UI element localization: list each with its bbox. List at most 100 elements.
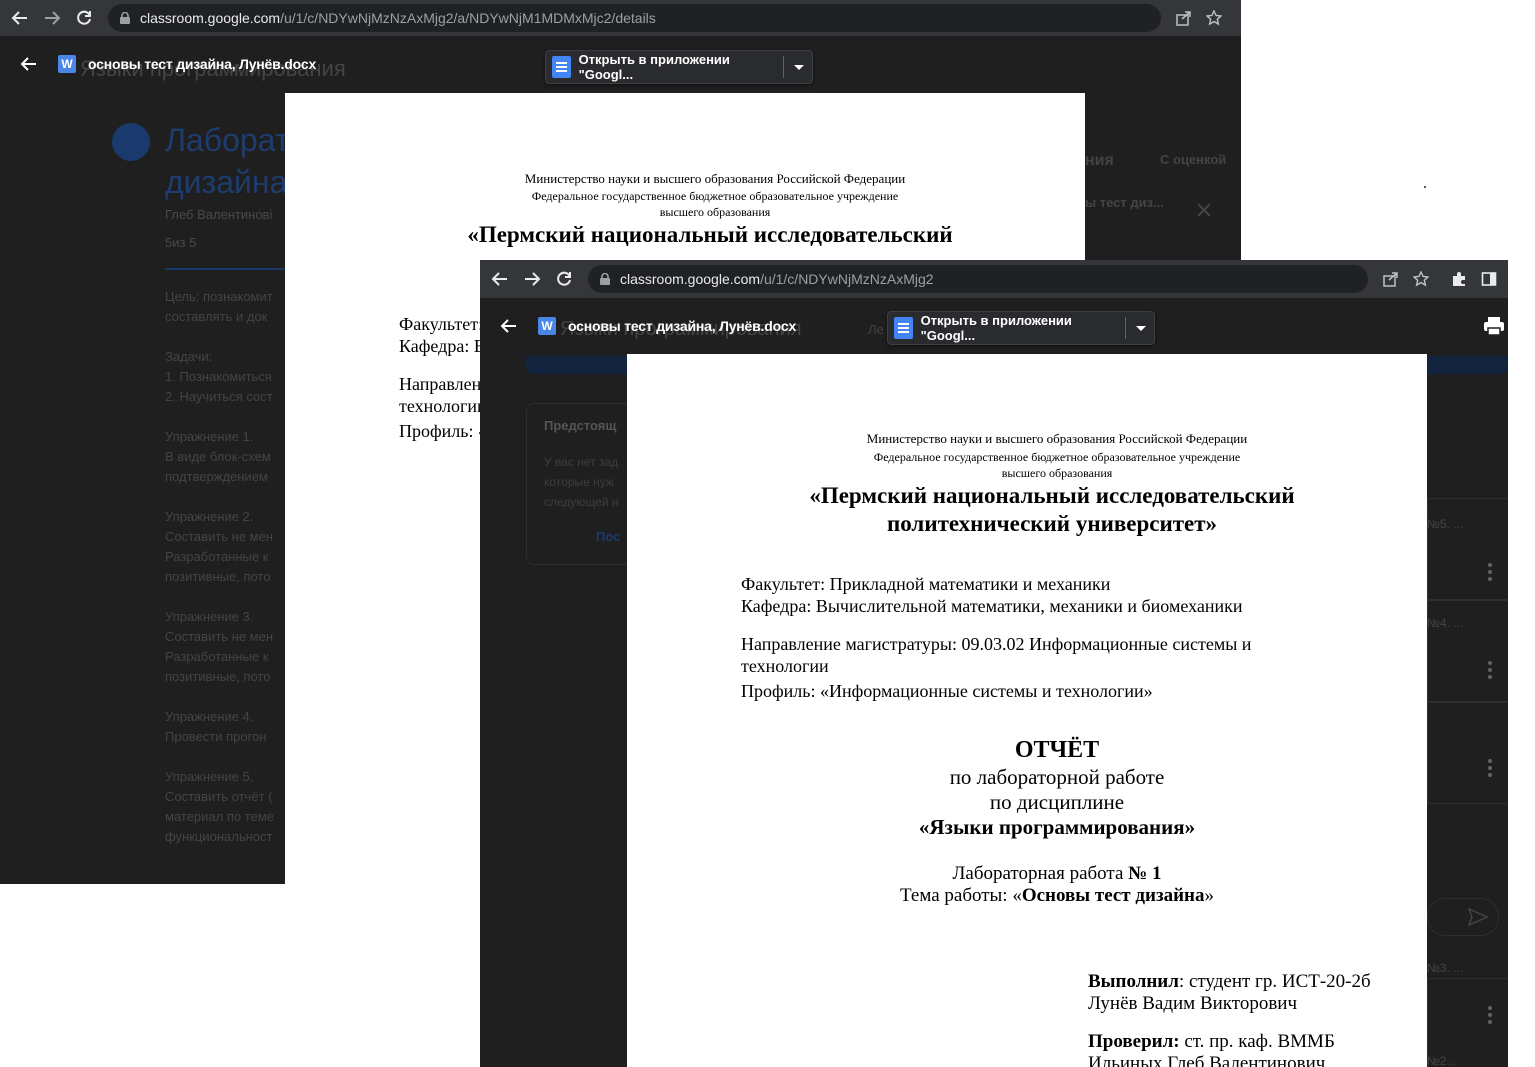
doc-topic-prefix: Тема работы: « xyxy=(900,885,1022,906)
doc-for-discipline: по дисциплине xyxy=(989,790,1125,814)
side-panel-icon[interactable] xyxy=(1474,264,1504,294)
chevron-down-icon[interactable] xyxy=(1135,325,1146,331)
doc-checked-line: Проверил: ст. пр. каф. ВММБ xyxy=(1088,1031,1335,1053)
more-vert-icon xyxy=(1488,560,1492,584)
back-nav-icon[interactable] xyxy=(484,263,516,295)
google-docs-icon xyxy=(552,56,571,78)
bookmark-star-icon[interactable] xyxy=(1406,264,1436,294)
doc-federal: Федеральное государственное бюджетное об… xyxy=(531,189,899,203)
doc-checked-name: Ильиных Глеб Валентинович xyxy=(1088,1053,1326,1067)
doc-ministry: Министерство науки и высшего образования… xyxy=(866,431,1248,446)
print-icon[interactable] xyxy=(1483,316,1505,341)
open-in-app-button[interactable]: Открыть в приложении "Googl... xyxy=(887,311,1155,345)
bg-comment-field xyxy=(1427,898,1499,936)
bookmark-star-icon[interactable] xyxy=(1199,3,1229,33)
open-in-app-label: Открыть в приложении "Googl... xyxy=(578,52,730,82)
doc-direction: Направление магистратуры: 09.03.02 Инфор… xyxy=(741,634,1252,654)
bg-line: Упражнение 1. xyxy=(165,429,254,444)
extensions-puzzle-icon[interactable] xyxy=(1444,264,1474,294)
bg-score: 5из 5 xyxy=(165,235,197,250)
bg-tab-graded: С оценкой xyxy=(1160,152,1227,167)
doc-topic-line: Тема работы: «Основы тест дизайна» xyxy=(687,885,1427,907)
bg-author: Глеб Валентинові xyxy=(165,207,273,222)
bg-line: Разработанные к xyxy=(165,649,269,664)
bg-stream-item: №5. ... xyxy=(1427,517,1464,531)
bg-stream-item: №4. ... xyxy=(1427,616,1464,630)
bg-line: Упражнение 4. xyxy=(165,709,254,724)
google-docs-icon xyxy=(894,317,913,339)
address-bar: classroom.google.com/u/1/c/NDYwNjMzNzAxM… xyxy=(0,0,1241,36)
doc-done-line: Выполнил: студент гр. ИСТ-20-2б xyxy=(1088,971,1371,993)
bg-line: Составить не мен xyxy=(165,629,274,644)
bg-line: Разработанные к xyxy=(165,549,269,564)
chevron-down-icon[interactable] xyxy=(793,64,804,70)
url-domain: classroom.google.com xyxy=(140,10,281,26)
bg-line: Упражнение 2. xyxy=(165,509,254,524)
doc-higher: высшего образования xyxy=(1001,466,1113,480)
url-domain: classroom.google.com xyxy=(620,271,761,287)
doc-university-2: политехнический университет» xyxy=(886,511,1218,536)
url-path: /u/1/c/NDYwNjMzNzAxMjg2 xyxy=(760,271,934,287)
doc-profile: Профиль: «Информационные системы и техно… xyxy=(741,681,1153,701)
url-field[interactable]: classroom.google.com/u/1/c/NDYwNjMzNzAxM… xyxy=(108,4,1161,32)
doc-topic-suffix: » xyxy=(1204,885,1214,906)
more-vert-icon xyxy=(1488,658,1492,682)
share-icon[interactable] xyxy=(1169,3,1199,33)
doc-lab-number: № 1 xyxy=(1128,863,1162,884)
viewer-back-icon[interactable] xyxy=(480,298,538,354)
doc-discipline: «Языки программирования» xyxy=(918,815,1196,839)
bg-line: Составить отчёт ( xyxy=(165,789,273,804)
bg-stream-item: №3. ... xyxy=(1427,961,1464,975)
doc-chair: Кафедра: Вычислительной математики, меха… xyxy=(741,596,1243,616)
bg-line: 1. Познакомиться xyxy=(165,369,272,384)
bg-line: Упражнение 3. xyxy=(165,609,254,624)
viewer-back-icon[interactable] xyxy=(0,36,58,92)
doc-university: «Пермский национальный исследовательский xyxy=(809,483,1295,508)
bg-line: Цель: познакомит xyxy=(165,289,273,304)
bg-upcoming-title: Предстоящ xyxy=(544,418,617,433)
doc-topic: Основы тест дизайна xyxy=(1021,885,1205,906)
bg-line: 2. Научиться сост xyxy=(165,389,273,404)
reload-icon[interactable] xyxy=(68,2,100,34)
bg-line: составлять и док xyxy=(165,309,268,324)
word-file-icon: W xyxy=(538,317,556,335)
share-icon[interactable] xyxy=(1376,264,1406,294)
bg-upcoming-text: которые нуж xyxy=(544,475,614,489)
bg-line: позитивные, пото xyxy=(165,669,271,684)
doc-done-label: Выполнил xyxy=(1088,971,1179,992)
stray-dot xyxy=(1424,186,1426,188)
bg-line: позитивные, пото xyxy=(165,569,271,584)
bg-stream-card xyxy=(1427,702,1508,804)
url-field[interactable]: classroom.google.com/u/1/c/NDYwNjMzNzAxM… xyxy=(588,265,1368,293)
bg-line: подтверждением xyxy=(165,469,268,484)
forward-nav-icon[interactable] xyxy=(516,263,548,295)
bg-upcoming-text: следующей н xyxy=(544,495,619,509)
back-nav-icon[interactable] xyxy=(4,2,36,34)
lock-icon xyxy=(600,273,610,285)
front-browser-window: classroom.google.com/u/1/c/NDYwNjMzNzAxM… xyxy=(480,260,1508,1067)
doc-checked-label: Проверил: xyxy=(1088,1031,1180,1052)
open-in-app-label: Открыть в приложении "Googl... xyxy=(920,313,1072,343)
button-separator xyxy=(783,56,784,78)
forward-nav-icon[interactable] xyxy=(36,2,68,34)
open-in-app-button[interactable]: Открыть в приложении "Googl... xyxy=(545,50,813,84)
send-icon xyxy=(1467,907,1489,931)
bg-heading: Лаборат xyxy=(165,122,290,158)
bg-upcoming-text: У вас нет зад xyxy=(544,455,619,469)
doc-direction-2: технологии xyxy=(399,396,487,416)
assignment-icon xyxy=(112,123,150,161)
doc-title: основы тест дизайна, Лунёв.docx xyxy=(568,318,797,334)
lock-icon xyxy=(120,12,130,24)
address-bar: classroom.google.com/u/1/c/NDYwNjMzNzAxM… xyxy=(480,260,1508,298)
reload-icon[interactable] xyxy=(548,263,580,295)
bg-line: Провести прогон xyxy=(165,729,267,744)
bg-tab-right: ния xyxy=(1085,152,1114,169)
doc-higher: высшего образования xyxy=(659,205,771,219)
doc-done-name: Лунёв Вадим Викторович xyxy=(1088,993,1298,1014)
bg-line: Упражнение 5. xyxy=(165,769,254,784)
bg-divider xyxy=(165,268,285,270)
url-path: /u/1/c/NDYwNjMzNzAxMjg2/a/NDYwNjM1MDMxMj… xyxy=(280,10,656,26)
bg-stream-card xyxy=(1427,498,1508,600)
bg-close-icon xyxy=(1196,202,1212,223)
bg-heading-line2: дизайна xyxy=(165,164,288,200)
